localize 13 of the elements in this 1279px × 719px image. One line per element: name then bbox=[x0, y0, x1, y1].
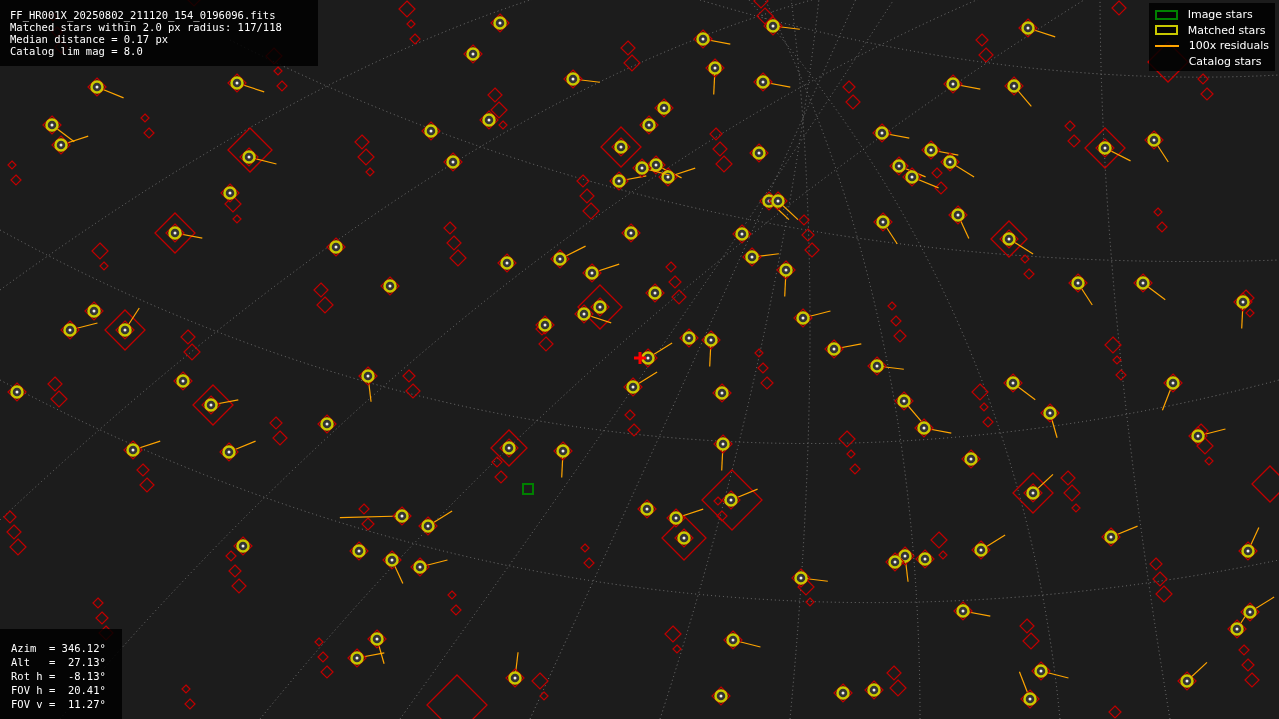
info-text: Median distance = 0.17 px bbox=[10, 33, 170, 45]
pointing-text: Alt = 27.13° bbox=[11, 655, 107, 669]
info-text: Matched stars within 2.0 px radius: 117/118 bbox=[10, 21, 283, 33]
info-text: FF_HR001X_20250802_211120_154_0196096.fits bbox=[10, 9, 277, 21]
legend-label: Image stars bbox=[1187, 8, 1253, 22]
pointing-text: FOV v = 11.27° bbox=[11, 697, 107, 711]
legend-label: 100x residuals bbox=[1188, 39, 1269, 53]
legend-label: Matched stars bbox=[1187, 23, 1266, 37]
pointing-text: Azim = 346.12° bbox=[11, 641, 107, 655]
pointing-text: Rot h = -8.13° bbox=[11, 669, 107, 683]
legend-label: Catalog stars bbox=[1188, 54, 1262, 68]
pointing-text: FOV h = 20.41° bbox=[11, 683, 107, 697]
info-text: Catalog lim mag = 8.0 bbox=[10, 45, 144, 57]
